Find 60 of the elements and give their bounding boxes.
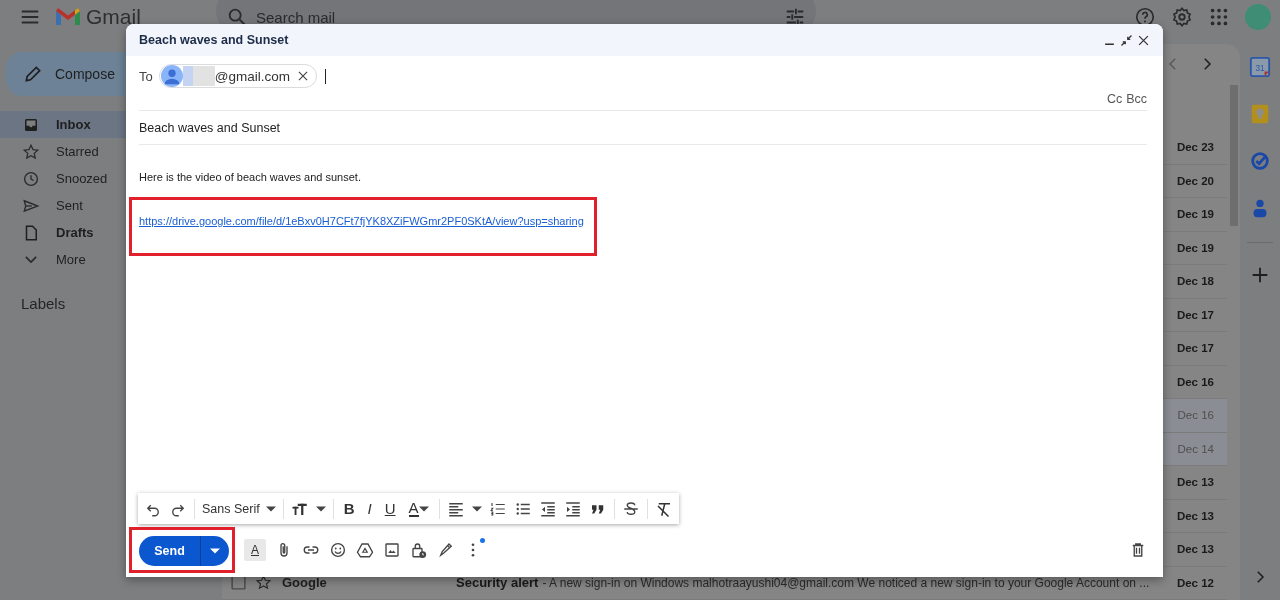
link[interactable]: https://drive.google.com/file/d/1eBxv0H7CFt7fjYK8XZiFWGmr2PF0SKtA/view?usp=sharing — [139, 215, 584, 227]
redaction-mark — [182, 66, 215, 86]
lock-clock-icon[interactable] — [410, 540, 428, 559]
app-name: Gmail — [86, 5, 141, 29]
chevron-down-icon — [25, 256, 37, 263]
subject-text: Security alert — [456, 575, 539, 591]
sender-name: Google — [282, 575, 328, 591]
caret-icon[interactable] — [471, 505, 482, 512]
date-text: Dec 23 — [1175, 141, 1214, 154]
clock-icon — [22, 169, 40, 188]
snippet-text: - A new sign-in on Windows malhotraayushi04@gmail.com We noticed a new sign-in to your Google Account on ... — [542, 576, 1150, 591]
send-options-button[interactable] — [201, 535, 229, 566]
italic-button[interactable]: I — [364, 500, 375, 517]
bcc-link[interactable]: Bcc — [1126, 92, 1147, 108]
date-text: Dec 18 — [1175, 275, 1214, 288]
check-circle-icon[interactable] — [1249, 150, 1271, 172]
window-title: Beach waves and Sunset — [139, 33, 289, 47]
strikethrough-icon[interactable] — [621, 499, 640, 518]
caret-icon — [210, 547, 220, 554]
date-text: Dec 17 — [1175, 342, 1214, 355]
send-button[interactable]: Send — [139, 535, 201, 566]
text-cursor — [324, 68, 326, 84]
date-text: Dec 13 — [1175, 476, 1214, 489]
date-text: Dec 14 — [1176, 442, 1214, 455]
indent-more-icon[interactable] — [563, 499, 582, 518]
search-input[interactable]: Search mail — [254, 7, 778, 27]
text-color-button[interactable]: A — [405, 500, 432, 517]
avatar — [160, 65, 183, 87]
drive-icon[interactable] — [356, 540, 374, 559]
date-text: Dec 12 — [1175, 576, 1214, 589]
font-dropdown[interactable]: Sans Serif — [202, 501, 276, 516]
date-text: Dec 19 — [1175, 208, 1214, 221]
body-text: Here is the video of beach waves and sunset. — [138, 171, 362, 183]
date-text: Dec 16 — [1175, 375, 1214, 388]
caret-icon — [265, 505, 276, 512]
sidebar-item[interactable]: More — [0, 246, 210, 273]
settings-icon[interactable] — [1171, 6, 1193, 28]
bold-button[interactable]: B — [340, 500, 358, 517]
date-text: Dec 20 — [1175, 174, 1214, 187]
formatting-options-button[interactable]: A — [244, 538, 266, 561]
date-text: Dec 17 — [1175, 308, 1214, 321]
date-text: Dec 16 — [1176, 409, 1214, 422]
envelope-logo-icon — [55, 7, 81, 27]
subject-field[interactable]: Beach waves and Sunset — [139, 111, 1147, 145]
smiley-icon[interactable] — [329, 540, 347, 559]
date-text: Dec 13 — [1175, 543, 1214, 556]
caret-icon[interactable] — [315, 505, 326, 512]
star-icon — [22, 142, 40, 161]
labels-heading: Labels — [21, 295, 67, 312]
apps-icon[interactable] — [1208, 6, 1230, 28]
star-icon[interactable] — [255, 574, 272, 592]
caret-icon — [418, 505, 429, 512]
date-text: Dec 19 — [1175, 241, 1214, 254]
image-icon[interactable] — [383, 540, 401, 559]
date-text: Dec 13 — [1175, 509, 1214, 522]
exit-fullscreen-icon[interactable] — [1119, 32, 1134, 48]
underline-button[interactable]: U — [381, 500, 399, 517]
pencil-icon — [23, 64, 43, 84]
cc-link[interactable]: Cc — [1106, 92, 1123, 108]
indent-less-icon[interactable] — [538, 499, 557, 518]
